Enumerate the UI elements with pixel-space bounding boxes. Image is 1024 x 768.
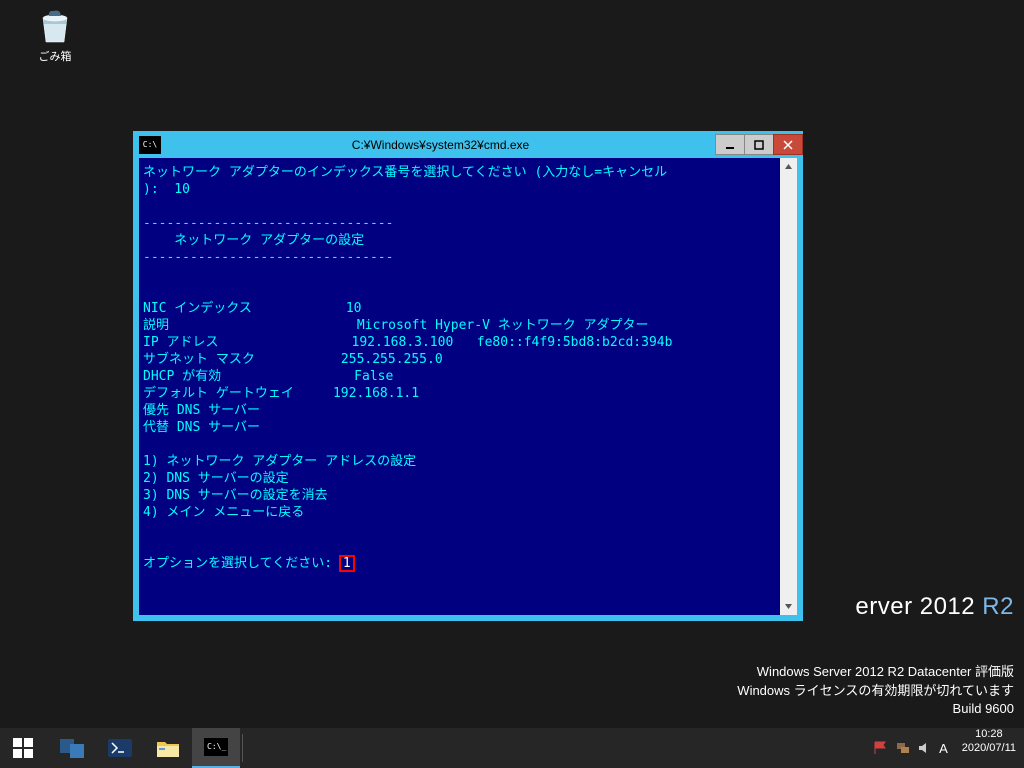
window-title: C:¥Windows¥system32¥cmd.exe: [165, 138, 716, 152]
taskbar-cmd[interactable]: C:\_: [192, 728, 240, 768]
terminal-output[interactable]: ネットワーク アダプターのインデックス番号を選択してください (入力なし=キャン…: [139, 158, 780, 615]
clock-date: 2020/07/11: [962, 742, 1016, 756]
recycle-bin-label: ごみ箱: [39, 51, 72, 63]
taskbar-explorer[interactable]: [144, 728, 192, 768]
watermark-line3: Build 9600: [737, 700, 1014, 718]
highlighted-input: 1: [340, 556, 354, 571]
trash-icon: [35, 6, 75, 46]
watermark-line2: Windows ライセンスの有効期限が切れています: [737, 682, 1014, 700]
ime-indicator[interactable]: A: [939, 741, 948, 756]
scrollbar[interactable]: [780, 158, 797, 615]
cmd-icon: C:\: [139, 136, 161, 154]
cmd-window: C:\ C:¥Windows¥system32¥cmd.exe ネットワーク ア…: [133, 131, 803, 621]
taskbar-server-manager[interactable]: [48, 728, 96, 768]
close-button[interactable]: [773, 134, 803, 155]
flag-icon[interactable]: [873, 740, 889, 756]
taskbar-separator: [242, 734, 243, 762]
titlebar[interactable]: C:\ C:¥Windows¥system32¥cmd.exe: [133, 131, 803, 158]
system-tray: A: [867, 728, 954, 768]
watermark-line1: Windows Server 2012 R2 Datacenter 評価版: [737, 663, 1014, 681]
minimize-button[interactable]: [715, 134, 745, 155]
taskbar-clock[interactable]: 10:28 2020/07/11: [954, 728, 1024, 768]
scroll-up-button[interactable]: [780, 158, 797, 175]
taskbar: C:\_ A 10:28 2020/07/11: [0, 728, 1024, 768]
maximize-button[interactable]: [744, 134, 774, 155]
start-button[interactable]: [0, 728, 48, 768]
scroll-track[interactable]: [780, 175, 797, 598]
taskbar-powershell[interactable]: [96, 728, 144, 768]
clock-time: 10:28: [962, 728, 1016, 742]
svg-text:C:\_: C:\_: [207, 742, 226, 751]
volume-icon[interactable]: [917, 740, 933, 756]
scroll-down-button[interactable]: [780, 598, 797, 615]
recycle-bin-icon[interactable]: ごみ箱: [25, 6, 85, 64]
network-tray-icon[interactable]: [895, 740, 911, 756]
